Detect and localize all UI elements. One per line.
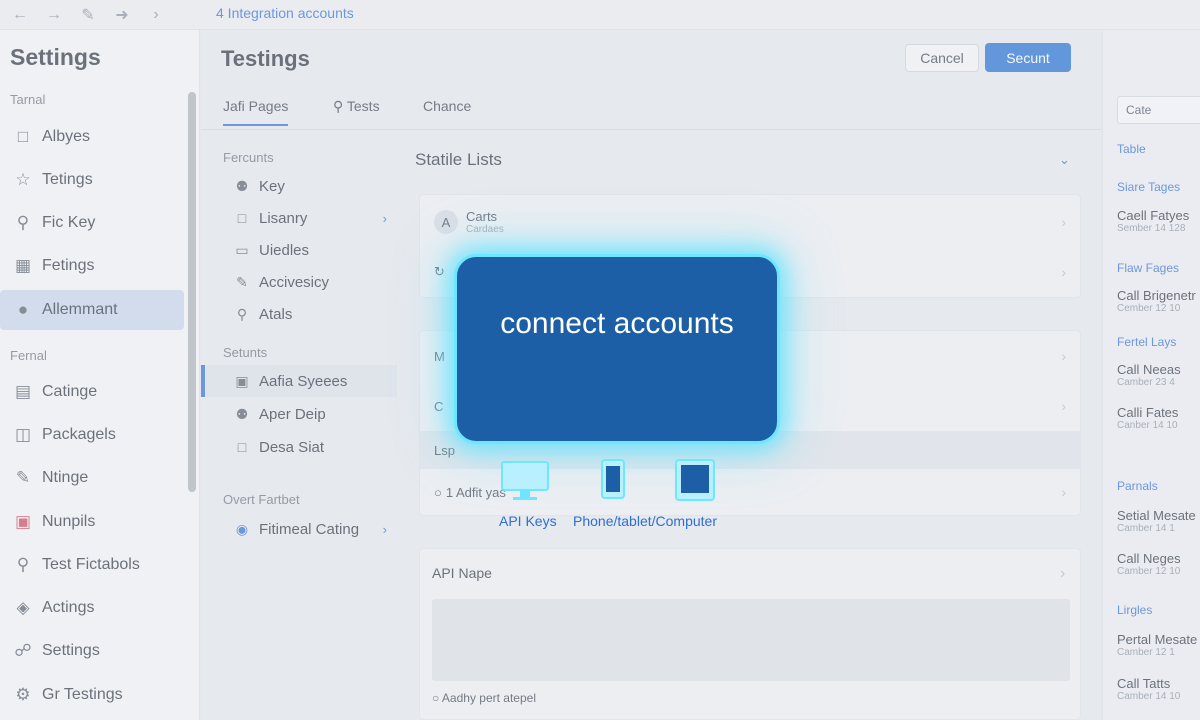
api-keys-label[interactable]: API Keys bbox=[499, 513, 557, 529]
devices-label[interactable]: Phone/tablet/Computer bbox=[573, 513, 717, 529]
tablet-icon[interactable] bbox=[674, 458, 718, 502]
connect-accounts-dialog[interactable]: connect accounts bbox=[454, 254, 780, 444]
dialog-title: connect accounts bbox=[500, 307, 734, 340]
monitor-icon[interactable] bbox=[500, 460, 552, 502]
phone-icon[interactable] bbox=[600, 458, 628, 502]
